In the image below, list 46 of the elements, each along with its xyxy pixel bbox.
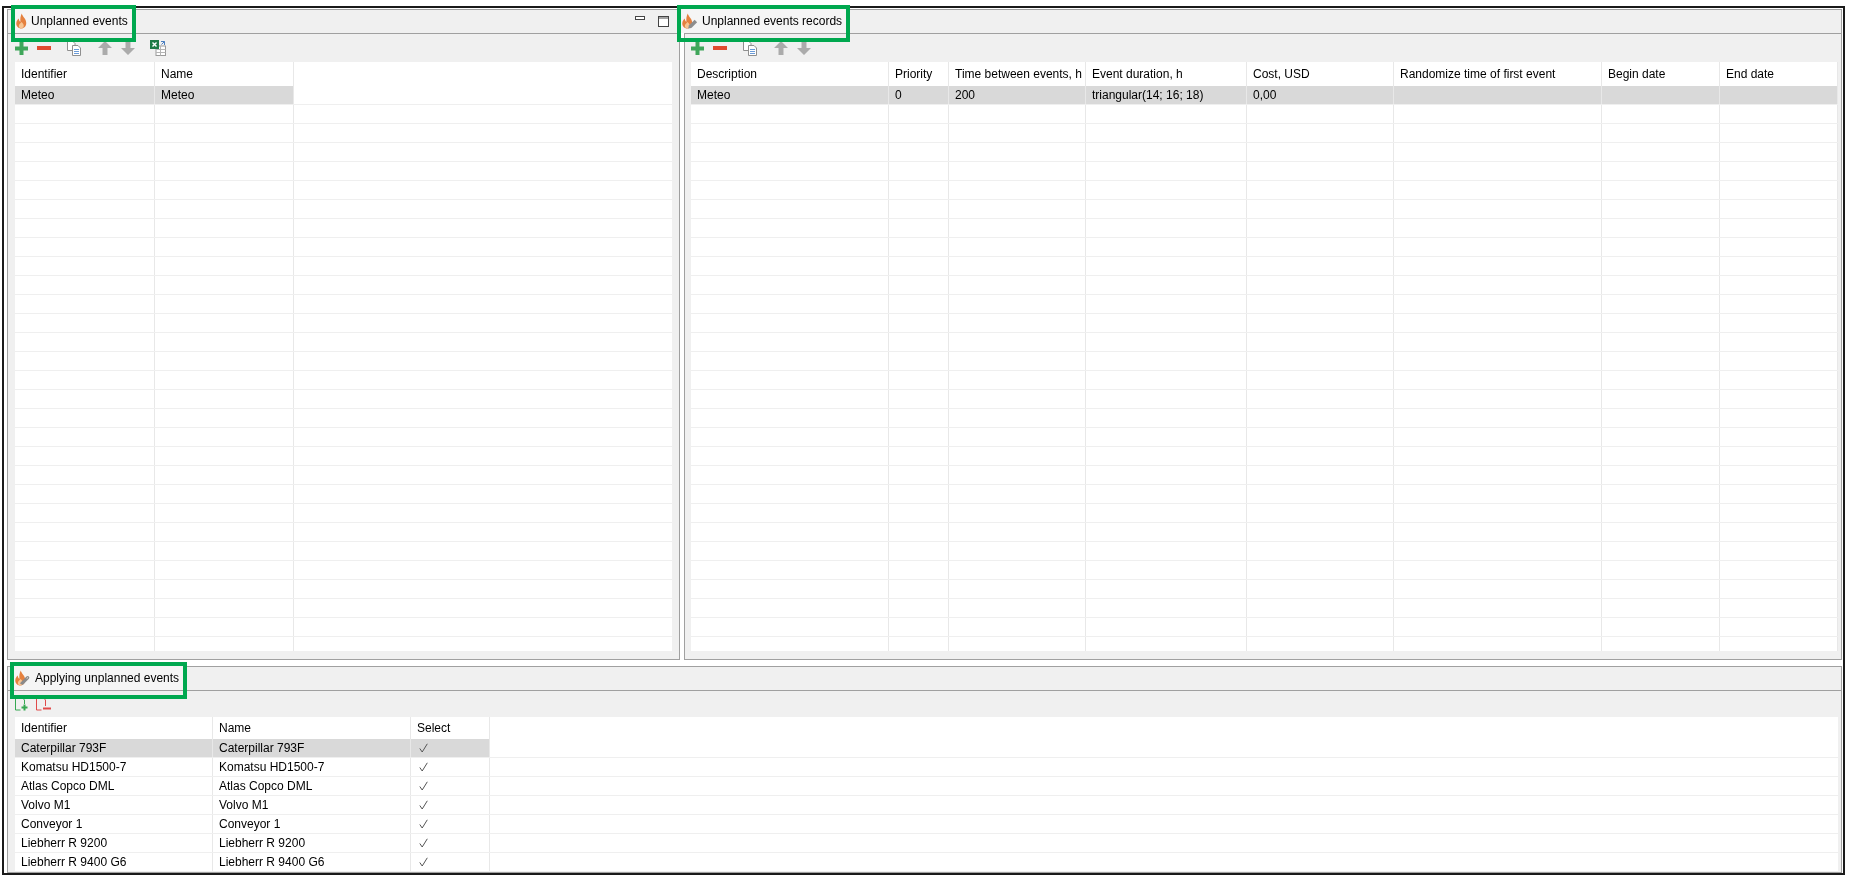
check-icon[interactable] (419, 838, 428, 848)
table-cell: Meteo (691, 86, 889, 104)
panel-tab[interactable]: Unplanned events (15, 9, 132, 33)
table-cell: Meteo (15, 86, 155, 104)
flame-pencil-icon (682, 13, 698, 29)
minimize-icon[interactable] (635, 16, 645, 20)
table-cell: Conveyor 1 (213, 815, 411, 833)
table-cell: 200 (949, 86, 1086, 104)
check-icon[interactable] (419, 743, 428, 753)
check-icon[interactable] (419, 762, 428, 772)
check-icon[interactable] (419, 800, 428, 810)
check-icon[interactable] (419, 781, 428, 791)
table-cell: Liebherr R 9400 G6 (213, 853, 411, 871)
panel-tab[interactable]: Unplanned events records (681, 9, 847, 33)
table-row[interactable]: Meteo Meteo (15, 86, 294, 104)
check-icon[interactable] (419, 857, 428, 867)
table-cell: 0,00 (1247, 86, 1394, 104)
flame-paperclip-icon (15, 670, 31, 686)
table-cell: Caterpillar 793F (15, 739, 213, 757)
table-cell: Liebherr R 9200 (213, 834, 411, 852)
table-cell: Liebherr R 9200 (15, 834, 213, 852)
table-cell: Liebherr R 9400 G6 (15, 853, 213, 871)
copy-icon[interactable] (66, 40, 82, 56)
table-cell: Atlas Copco DML (15, 777, 213, 795)
table-cell: Meteo (155, 86, 294, 104)
maximize-icon[interactable] (658, 16, 669, 27)
table-cell: Komatsu HD1500-7 (213, 758, 411, 776)
table-cell: Komatsu HD1500-7 (15, 758, 213, 776)
plus-icon[interactable] (15, 41, 28, 55)
table-row[interactable]: Caterpillar 793F Caterpillar 793F (15, 739, 490, 757)
table-cell: 0 (889, 86, 949, 104)
table-cell: Volvo M1 (213, 796, 411, 814)
table-row[interactable]: Meteo 0 200 triangular(14; 16; 18) 0,00 (691, 86, 1838, 104)
add-document-icon[interactable] (15, 697, 28, 711)
check-icon[interactable] (419, 819, 428, 829)
flame-icon (16, 13, 27, 29)
copy-icon[interactable] (742, 40, 758, 56)
spreadsheet-export-icon[interactable] (150, 40, 166, 56)
panel-tab[interactable]: Applying unplanned events (14, 666, 184, 690)
table-cell: triangular(14; 16; 18) (1086, 86, 1247, 104)
plus-icon[interactable] (691, 41, 704, 55)
remove-document-icon[interactable] (36, 697, 51, 711)
table-cell: Atlas Copco DML (213, 777, 411, 795)
table-cell: Caterpillar 793F (213, 739, 411, 757)
table-cell: Volvo M1 (15, 796, 213, 814)
table-cell: Conveyor 1 (15, 815, 213, 833)
